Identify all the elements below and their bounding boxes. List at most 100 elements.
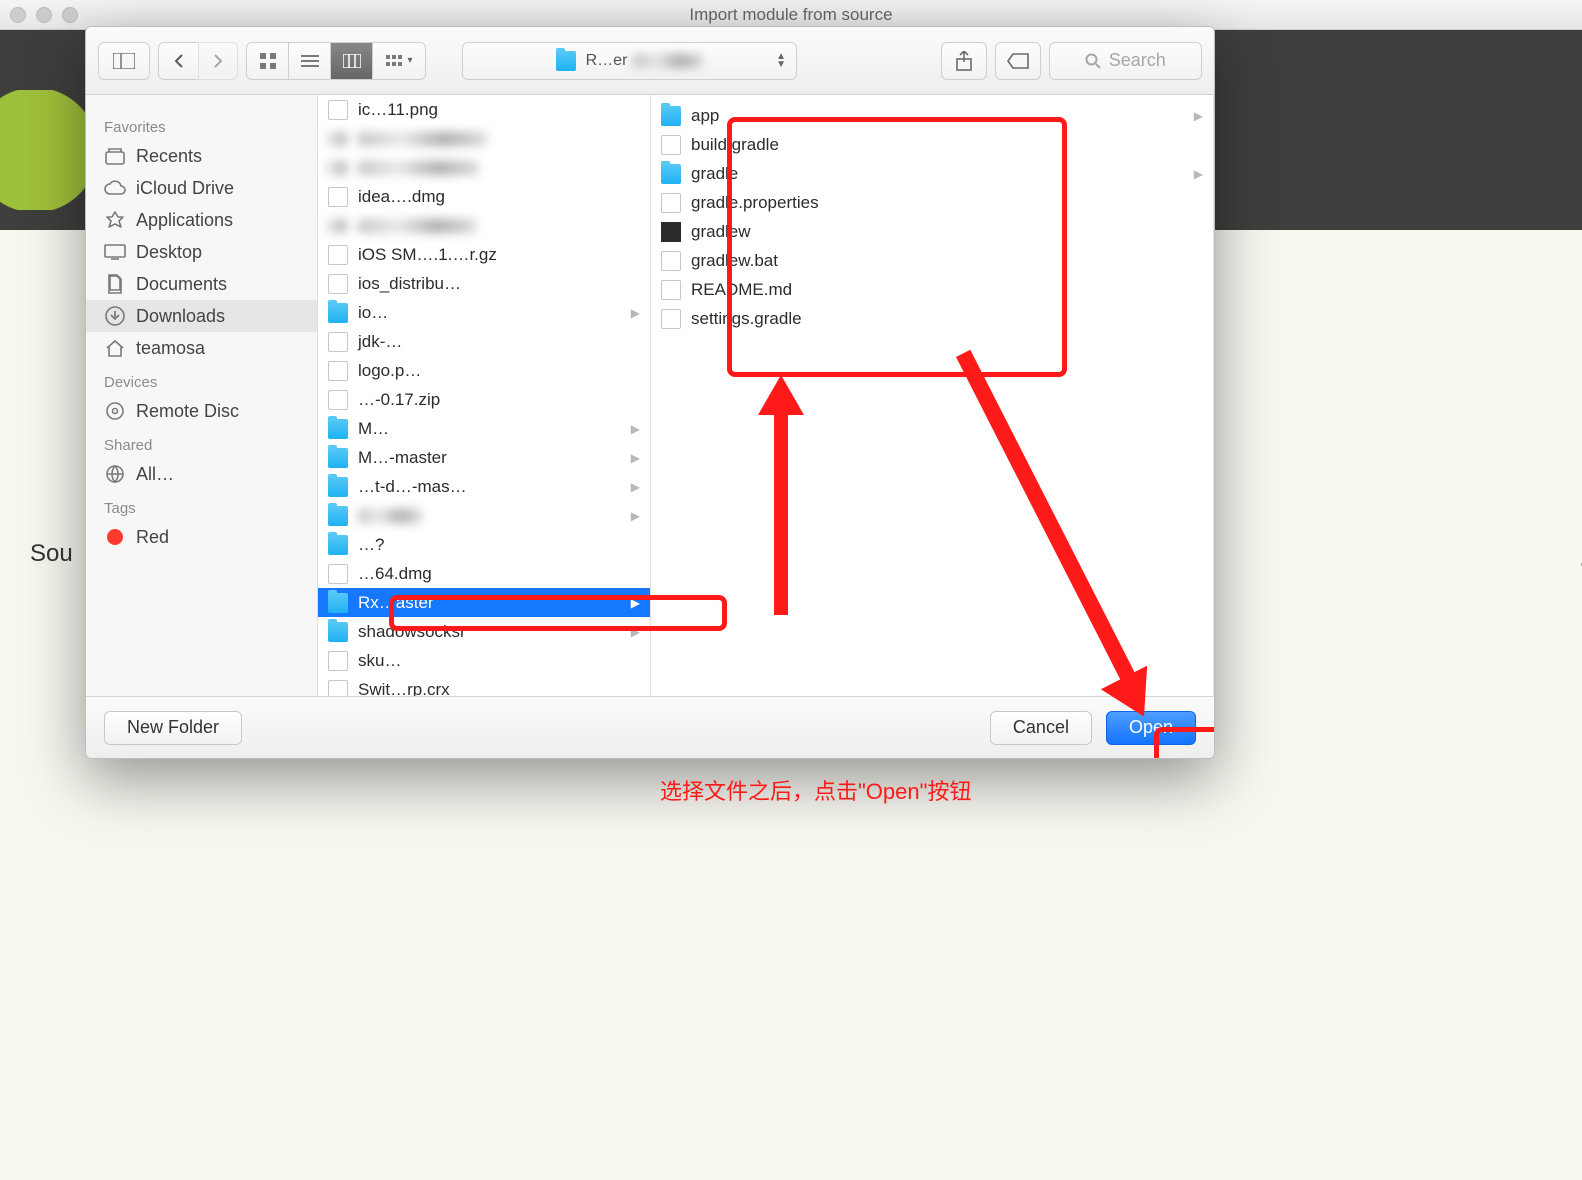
sidebar-item[interactable]: All…	[86, 458, 317, 490]
sidebar-item[interactable]: Desktop	[86, 236, 317, 268]
tag-dot-icon	[104, 526, 126, 548]
file-row[interactable]: M… ▶	[318, 414, 650, 443]
sidebar-toggle-button[interactable]	[98, 42, 150, 80]
file-label: gradlew	[691, 222, 751, 242]
nav-back-button[interactable]	[158, 42, 198, 80]
column-2[interactable]: app▶ build.gradle gradle▶gradle.properties…	[651, 95, 1214, 696]
file-row[interactable]	[318, 153, 650, 182]
share-button[interactable]	[941, 42, 987, 80]
blur-icon	[328, 219, 348, 233]
doc-icon	[328, 564, 348, 584]
column-1[interactable]: ic…11.png idea….dmg iOS SM….1.…r.gz ios_dis…	[318, 95, 651, 696]
file-row[interactable]: shadowsocksr▶	[318, 617, 650, 646]
chevron-right-icon: ▶	[631, 480, 640, 494]
file-row[interactable]: …t-d…-mas…▶	[318, 472, 650, 501]
sidebar-item[interactable]: Remote Disc	[86, 395, 317, 427]
sidebar-item[interactable]: Red	[86, 521, 317, 553]
sidebar-item[interactable]: Recents	[86, 140, 317, 172]
file-row[interactable]: app▶	[651, 101, 1213, 130]
file-label: M…	[358, 419, 389, 439]
file-label: logo.p…	[358, 361, 421, 381]
sidebar-icon	[104, 145, 126, 167]
dialog-toolbar: ▾ R…er ▲▼ Search	[86, 27, 1214, 95]
folder-icon	[328, 535, 348, 555]
file-row[interactable]: idea….dmg	[318, 182, 650, 211]
doc-icon	[661, 280, 681, 300]
sidebar-head-tags: Tags	[86, 496, 317, 521]
file-row[interactable]: Rx…aster▶	[318, 588, 650, 617]
folder-icon	[328, 622, 348, 642]
file-row[interactable]: ic…11.png	[318, 95, 650, 124]
open-button[interactable]: Open	[1106, 711, 1196, 745]
folder-icon	[328, 593, 348, 613]
file-label: ic…11.png	[358, 100, 438, 120]
file-label: README.md	[691, 280, 792, 300]
tags-button[interactable]	[995, 42, 1041, 80]
nav-forward-button[interactable]	[198, 42, 238, 80]
sidebar-icon	[104, 273, 126, 295]
doc-icon	[328, 100, 348, 120]
file-label: ios_distribu…	[358, 274, 461, 294]
file-row[interactable]: …?	[318, 530, 650, 559]
view-icons-button[interactable]	[246, 42, 288, 80]
file-row[interactable]: jdk-…	[318, 327, 650, 356]
doc-icon	[328, 390, 348, 410]
doc-icon	[328, 332, 348, 352]
sidebar-item[interactable]: teamosa	[86, 332, 317, 364]
file-label: gradlew.bat	[691, 251, 778, 271]
window-traffic-lights[interactable]	[10, 7, 78, 23]
view-columns-button[interactable]	[330, 42, 372, 80]
sidebar-item[interactable]: Downloads	[86, 300, 317, 332]
file-row[interactable]: gradle▶	[651, 159, 1213, 188]
search-field[interactable]: Search	[1049, 42, 1203, 80]
file-row[interactable]	[318, 211, 650, 240]
sidebar-item[interactable]: Documents	[86, 268, 317, 300]
sidebar-item[interactable]: Applications	[86, 204, 317, 236]
doc-icon	[328, 274, 348, 294]
doc-icon	[661, 251, 681, 271]
doc-icon	[661, 193, 681, 213]
file-row[interactable]: …64.dmg	[318, 559, 650, 588]
file-row[interactable]: build.gradle	[651, 130, 1213, 159]
new-folder-button[interactable]: New Folder	[104, 711, 242, 745]
file-row[interactable]: io…▶	[318, 298, 650, 327]
file-row[interactable]: settings.gradle	[651, 304, 1213, 333]
file-row[interactable]: gradlew	[651, 217, 1213, 246]
file-row[interactable]: Swit…rp.crx	[318, 675, 650, 696]
folder-icon	[328, 448, 348, 468]
file-row[interactable]: M…-master▶	[318, 443, 650, 472]
file-row[interactable]: ios_distribu…	[318, 269, 650, 298]
view-gallery-button[interactable]: ▾	[372, 42, 426, 80]
file-row[interactable]: gradle.properties	[651, 188, 1213, 217]
file-label: build.gradle	[691, 135, 779, 155]
file-row[interactable]: sku…	[318, 646, 650, 675]
file-row[interactable]: gradlew.bat	[651, 246, 1213, 275]
file-row[interactable]: iOS SM….1.…r.gz	[318, 240, 650, 269]
sidebar-item-label: All…	[136, 464, 174, 485]
file-label: …-0.17.zip	[358, 390, 440, 410]
file-row[interactable]: …-0.17.zip	[318, 385, 650, 414]
cancel-button[interactable]: Cancel	[990, 711, 1092, 745]
folder-icon	[556, 51, 576, 71]
file-row[interactable]: README.md	[651, 275, 1213, 304]
chevron-right-icon: ▶	[631, 625, 640, 639]
doc-icon	[661, 135, 681, 155]
view-list-button[interactable]	[288, 42, 330, 80]
sidebar-icon	[104, 209, 126, 231]
doc-icon	[328, 245, 348, 265]
sidebar-item[interactable]: iCloud Drive	[86, 172, 317, 204]
file-row[interactable]	[318, 124, 650, 153]
file-row[interactable]: ▶	[318, 501, 650, 530]
truncation-ellipsis: …	[1578, 545, 1582, 573]
path-popup[interactable]: R…er ▲▼	[462, 42, 797, 80]
file-row[interactable]: logo.p…	[318, 356, 650, 385]
view-mode-group: ▾	[246, 42, 426, 80]
search-icon	[1085, 53, 1101, 69]
sidebar-item-label: Documents	[136, 274, 227, 295]
file-label: …?	[358, 535, 384, 555]
file-label: iOS SM….1.…r.gz	[358, 245, 497, 265]
sidebar-head-shared: Shared	[86, 433, 317, 458]
chevron-right-icon: ▶	[631, 422, 640, 436]
dialog-body: Favorites RecentsiCloud DriveApplication…	[86, 95, 1214, 696]
background-label: Sou	[30, 540, 73, 568]
